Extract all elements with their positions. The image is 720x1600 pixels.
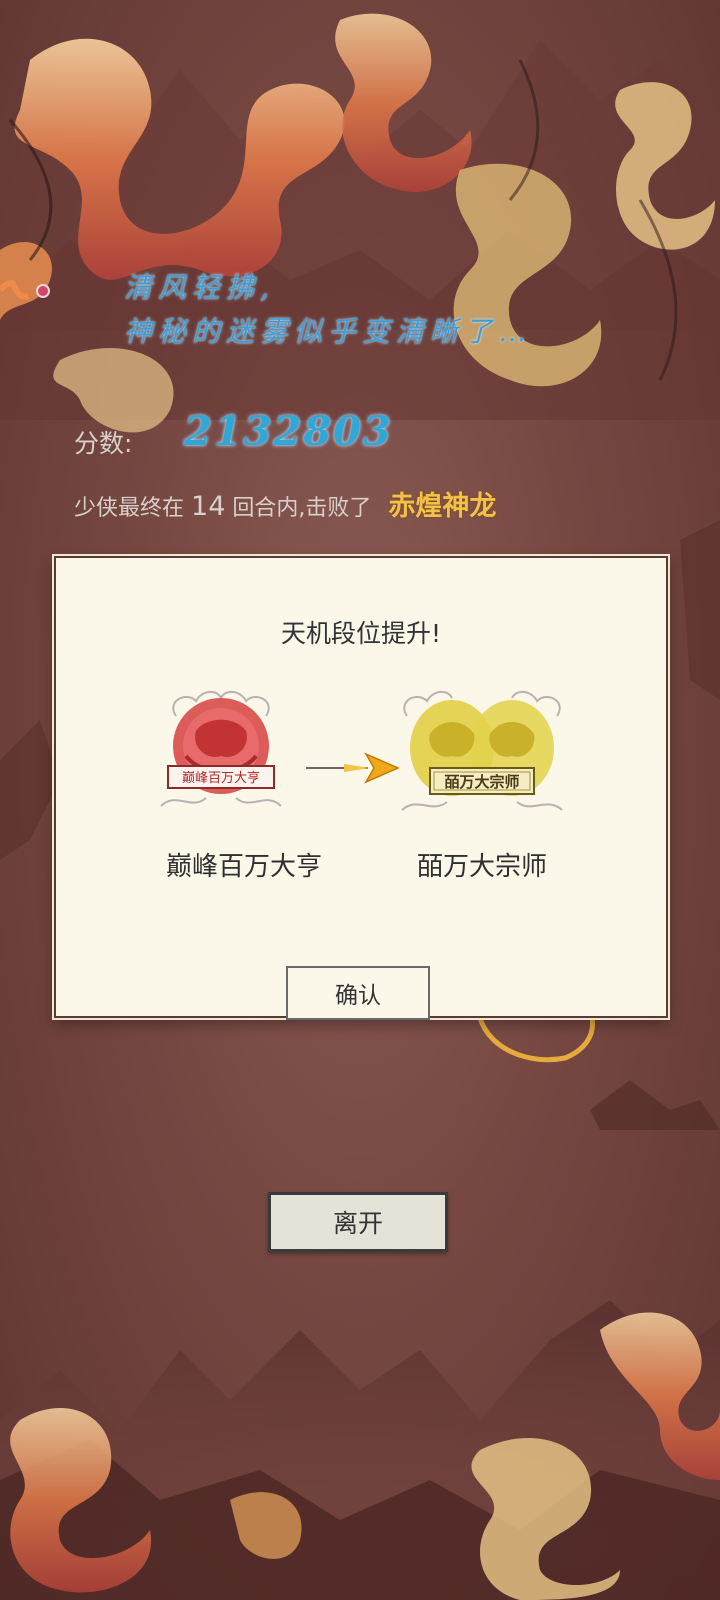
from-rank-badge-icon: 巅峰百万大亨 — [160, 690, 282, 807]
hint-line-1: 清风轻拂, — [124, 271, 275, 304]
leave-button[interactable]: 离开 — [268, 1192, 448, 1252]
defeated-boss-name: 赤煌神龙 — [388, 491, 497, 522]
rank-up-dialog: 天机段位提升! 巅峰百万大亨 皕万大宗师 巅峰百万大亨 皕万大宗师 确认 — [54, 556, 668, 1020]
to-badge-plaque-text: 皕万大宗师 — [444, 773, 519, 791]
score-value: 2132803 — [184, 408, 393, 455]
round-count: 14 — [191, 491, 226, 522]
dialog-title: 天机段位提升! — [280, 619, 442, 648]
to-rank-badge-icon: 皕万大宗师 — [401, 690, 563, 811]
to-rank-name: 皕万大宗师 — [416, 852, 547, 882]
hint-line-2: 神秘的迷雾似乎变清晰了… — [124, 315, 533, 348]
confirm-button[interactable]: 确认 — [286, 966, 430, 1020]
result-suffix: 回合内,击败了 — [232, 496, 372, 521]
from-badge-plaque-text: 巅峰百万大亨 — [182, 770, 260, 785]
score-label: 分数: — [74, 429, 133, 458]
hint-bullet-icon — [36, 284, 50, 298]
result-prefix: 少侠最终在 — [74, 496, 185, 521]
from-rank-name: 巅峰百万大亨 — [165, 852, 322, 882]
battle-result-text: 少侠最终在 14 回合内,击败了 赤煌神龙 — [74, 484, 496, 523]
rank-arrow-icon — [306, 752, 400, 784]
